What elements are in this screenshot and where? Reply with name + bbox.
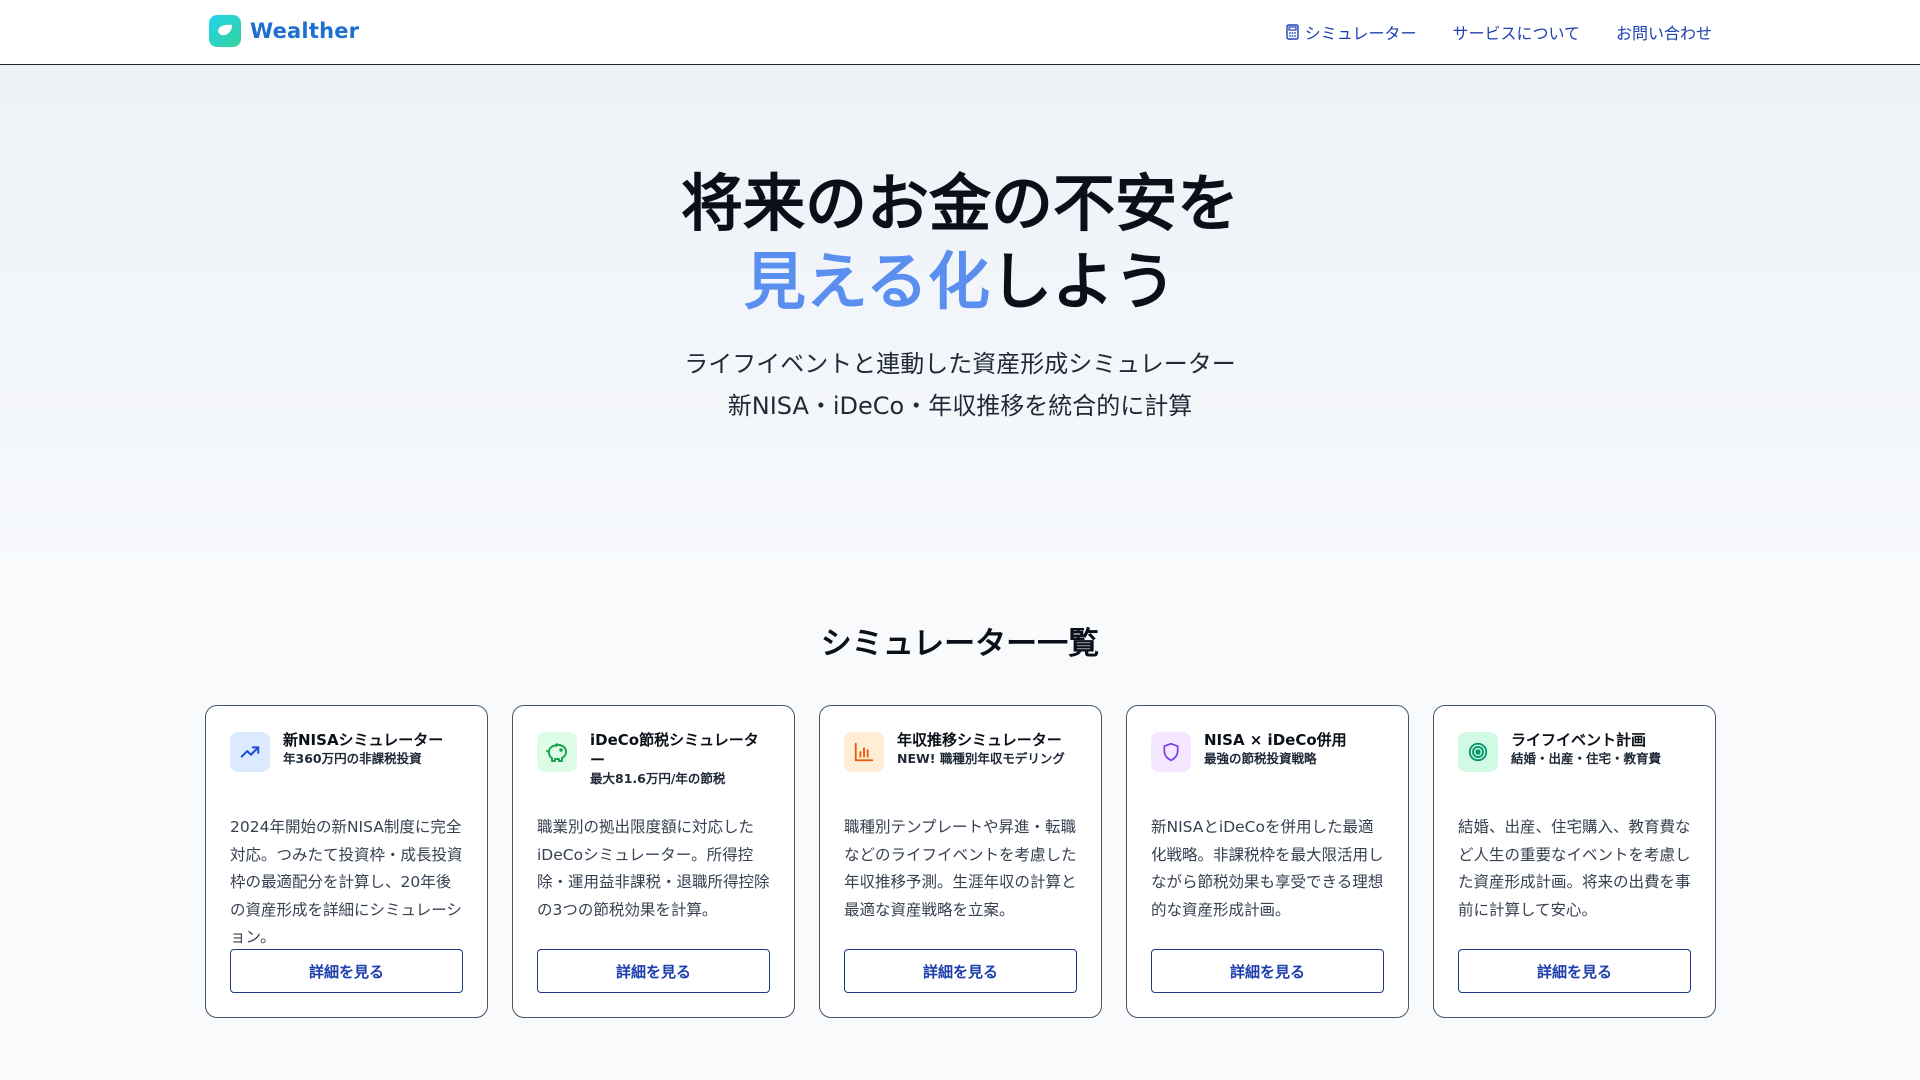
card-subtitle: 結婚・出産・住宅・教育費 (1511, 751, 1662, 766)
card-title: 年収推移シミュレーター (897, 731, 1062, 749)
calculator-icon (1286, 24, 1299, 40)
details-button-lifeevent[interactable]: 詳細を見る (1458, 949, 1691, 993)
details-button-ideco[interactable]: 詳細を見る (537, 949, 770, 993)
details-button-income[interactable]: 詳細を見る (844, 949, 1077, 993)
card-title: ライフイベント計画 (1511, 731, 1647, 749)
card-title: NISA × iDeCo併用 (1204, 731, 1347, 749)
card-title: 新NISAシミュレーター (283, 731, 444, 749)
main-nav: シミュレーター サービスについて お問い合わせ (1286, 20, 1712, 44)
trending-up-icon (230, 732, 270, 772)
card-description: 職業別の拠出限度額に対応したiDeCoシミュレーター。所得控除・運用益非課税・退… (537, 818, 770, 919)
card-subtitle: 年360万円の非課税投資 (283, 751, 422, 766)
hero-title-accent: 見える化 (743, 245, 991, 318)
hero-title: 将来のお金の不安を 見える化しよう (0, 165, 1920, 321)
site-header: Wealther シミュレーター サービスについて お問い合わせ (0, 0, 1920, 65)
hero-title-rest: しよう (990, 245, 1177, 318)
card-subtitle: NEW! 職種別年収モデリング (897, 751, 1065, 766)
card-description: 職種別テンプレートや昇進・転職などのライフイベントを考慮した年収推移予測。生涯年… (844, 818, 1077, 919)
simulator-card-nisa: 新NISAシミュレーター 年360万円の非課税投資 2024年開始の新NISA制… (205, 705, 488, 1018)
card-subtitle: 最大81.6万円/年の節税 (590, 771, 726, 786)
simulator-card-combined: NISA × iDeCo併用 最強の節税投資戦略 新NISAとiDeCoを併用し… (1126, 705, 1409, 1018)
brand-name: Wealther (250, 19, 360, 43)
shield-icon (1151, 732, 1191, 772)
nav-contact-link[interactable]: お問い合わせ (1616, 20, 1712, 44)
card-subtitle: 最強の節税投資戦略 (1204, 751, 1317, 766)
card-description: 新NISAとiDeCoを併用した最適化戦略。非課税枠を最大限活用しながら節税効果… (1151, 818, 1384, 919)
target-icon (1458, 732, 1498, 772)
simulator-card-income: 年収推移シミュレーター NEW! 職種別年収モデリング 職種別テンプレートや昇進… (819, 705, 1102, 1018)
simulator-card-list: 新NISAシミュレーター 年360万円の非課税投資 2024年開始の新NISA制… (205, 705, 1717, 1018)
card-title: iDeCo節税シミュレーター (590, 731, 759, 769)
card-description: 2024年開始の新NISA制度に完全対応。つみたて投資枠・成長投資枠の最適配分を… (230, 818, 463, 946)
simulator-card-lifeevent: ライフイベント計画 結婚・出産・住宅・教育費 結婚、出産、住宅購入、教育費など人… (1433, 705, 1716, 1018)
hero-title-line1: 将来のお金の不安を (680, 167, 1239, 240)
hero-section: 将来のお金の不安を 見える化しよう ライフイベントと連動した資産形成シミュレータ… (0, 65, 1920, 585)
section-title: シミュレーター一覧 (820, 626, 1100, 662)
nav-about-link[interactable]: サービスについて (1452, 20, 1580, 44)
brand-link[interactable]: Wealther (209, 15, 359, 47)
leaf-logo-icon (209, 15, 241, 47)
simulator-card-ideco: iDeCo節税シミュレーター 最大81.6万円/年の節税 職業別の拠出限度額に対… (512, 705, 795, 1018)
nav-simulator-label: シミュレーター (1304, 24, 1417, 43)
hero-subtitle-line1: ライフイベントと連動した資産形成シミュレーター (684, 350, 1236, 378)
details-button-combined[interactable]: 詳細を見る (1151, 949, 1384, 993)
nav-simulator-link[interactable]: シミュレーター (1286, 20, 1417, 44)
piggy-bank-icon (537, 732, 577, 772)
bar-chart-icon (844, 732, 884, 772)
hero-subtitle: ライフイベントと連動した資産形成シミュレーター 新NISA・iDeCo・年収推移… (0, 343, 1920, 427)
hero-subtitle-line2: 新NISA・iDeCo・年収推移を統合的に計算 (727, 392, 1193, 420)
card-description: 結婚、出産、住宅購入、教育費など人生の重要なイベントを考慮した資産形成計画。将来… (1458, 818, 1691, 919)
details-button-nisa[interactable]: 詳細を見る (230, 949, 463, 993)
